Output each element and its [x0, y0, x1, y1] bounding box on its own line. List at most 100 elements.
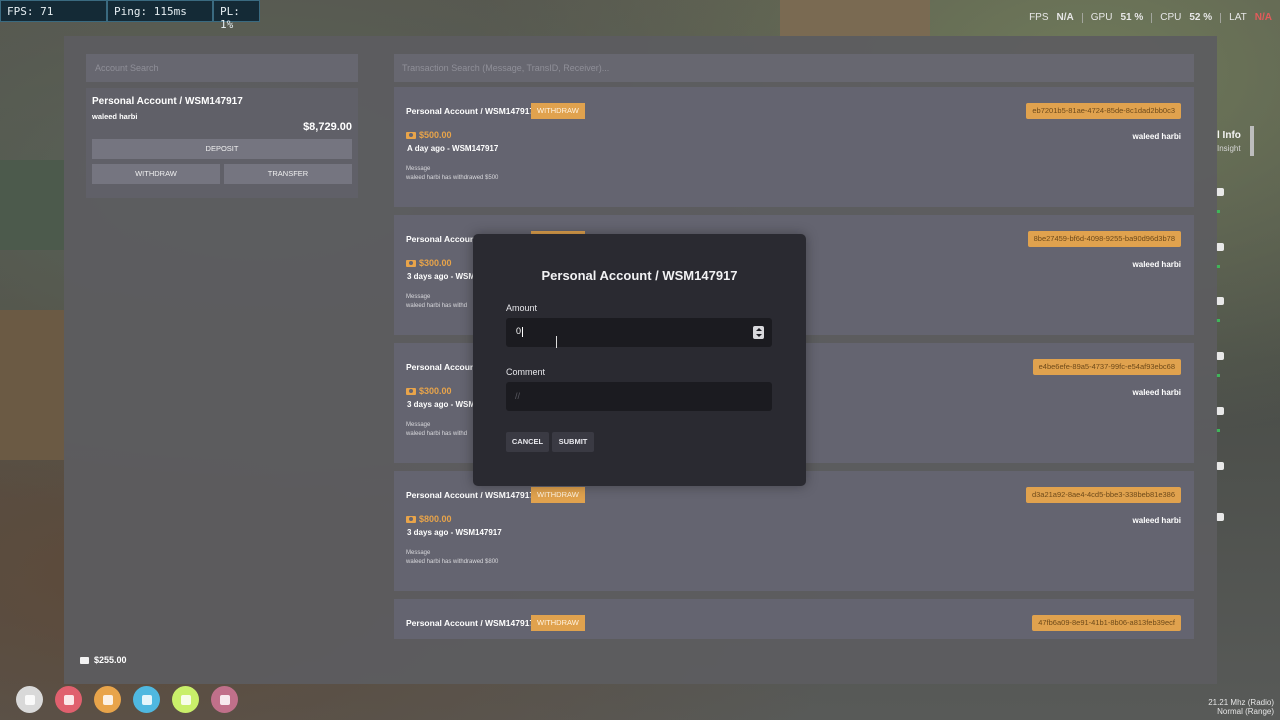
amount-text: $300.00 [419, 386, 452, 396]
transaction-card[interactable]: Personal Account / WSM147917 WITHDRAW eb… [394, 87, 1194, 207]
radio-info: 21.21 Mhz (Radio) Normal (Range) [1208, 698, 1274, 716]
account-owner: waleed harbi [92, 112, 138, 121]
transaction-time: 3 days ago - WSM147917 [407, 528, 502, 537]
item-icon [1216, 188, 1224, 196]
cancel-button[interactable]: CANCEL [506, 432, 549, 452]
transaction-message: waleed harbi has withdrawed $500 [406, 175, 499, 181]
divider [1081, 12, 1083, 23]
comment-input[interactable]: // [506, 382, 772, 411]
amount-text: $300.00 [419, 258, 452, 268]
account-search-input[interactable]: Account Search [86, 54, 358, 82]
transaction-card[interactable]: Personal Account / WSM147917 WITHDRAW d3… [394, 471, 1194, 591]
stress-icon [211, 686, 238, 713]
transaction-type-badge: WITHDRAW [531, 487, 585, 503]
money-icon [406, 131, 416, 139]
transaction-amount: $500.00 [406, 130, 452, 140]
transaction-id-badge[interactable]: 8be27459-bf6d-4098-9255-ba90d96d3b78 [1027, 231, 1181, 247]
system-stats: FPS N/A GPU 51 % CPU 52 % LAT N/A [1029, 12, 1272, 23]
transaction-amount: $800.00 [406, 514, 452, 524]
transaction-message-label: Message [406, 550, 431, 556]
water-glyph [141, 694, 152, 705]
transaction-time: 3 days ago - WSM [407, 400, 476, 409]
item-icon [1216, 407, 1224, 415]
side-panel-scrollbar[interactable] [1250, 126, 1254, 156]
transaction-amount: $300.00 [406, 386, 452, 396]
heart-glyph [63, 694, 74, 705]
stamina-icon [172, 686, 199, 713]
account-card[interactable]: Personal Account / WSM147917 waleed harb… [86, 88, 358, 198]
amount-label: Amount [506, 303, 538, 313]
transaction-id-badge[interactable]: e4be6efe-89a5-4737-99fc-e54af93ebc68 [1032, 359, 1181, 375]
side-panel-item[interactable] [1216, 352, 1236, 377]
transaction-owner: waleed harbi [1132, 260, 1181, 269]
withdraw-dialog: Personal Account / WSM147917 Amount 0 Co… [473, 234, 806, 486]
cpu-value: 52 % [1189, 12, 1213, 23]
brain-glyph [219, 694, 230, 705]
submit-button[interactable]: SUBMIT [552, 432, 594, 452]
status-hud [16, 686, 238, 713]
cash-icon [80, 656, 89, 664]
transaction-search-input[interactable]: Transaction Search (Message, TransID, Re… [394, 54, 1194, 82]
lightning-glyph [180, 694, 191, 705]
perf-overlay: FPS: 71 Ping: 115ms PL: 1% [0, 0, 260, 31]
transaction-id-badge[interactable]: d3a21a92-8ae4-4cd5-bbe3-338beb81e386 [1025, 487, 1181, 503]
account-title: Personal Account / WSM147917 [92, 96, 243, 107]
thirst-icon [133, 686, 160, 713]
side-panel-item[interactable] [1216, 188, 1236, 213]
side-info-panel: l Info Insight [1212, 120, 1280, 550]
radio-frequency: 21.21 Mhz (Radio) [1208, 698, 1274, 707]
transactions-column: Transaction Search (Message, TransID, Re… [394, 54, 1194, 639]
side-panel-item[interactable] [1216, 462, 1236, 474]
packet-loss-counter: PL: 1% [213, 0, 260, 31]
transaction-id-badge[interactable]: eb7201b5-81ae-4724-85de-8c1dad2bb0c3 [1026, 103, 1181, 119]
transaction-owner: waleed harbi [1132, 516, 1181, 525]
item-icon [1216, 243, 1224, 251]
item-icon [1216, 297, 1224, 305]
transaction-message-label: Message [406, 422, 431, 428]
amount-value: 0 [516, 326, 524, 337]
deposit-button[interactable]: DEPOSIT [92, 139, 352, 159]
hunger-icon [94, 686, 121, 713]
amount-value-text: 0 [516, 326, 522, 336]
fps-counter: FPS: 71 [0, 0, 107, 22]
transaction-card[interactable]: Personal Account / WSM147917 WITHDRAW 47… [394, 599, 1194, 639]
accounts-column: Account Search Personal Account / WSM147… [86, 54, 358, 198]
side-panel-item[interactable] [1216, 513, 1236, 525]
transaction-message-label: Message [406, 294, 431, 300]
number-spinner-icon[interactable] [753, 326, 764, 339]
transaction-type-badge: WITHDRAW [531, 615, 585, 631]
radio-range: Normal (Range) [1217, 707, 1274, 716]
dialog-title: Personal Account / WSM147917 [541, 268, 738, 283]
burger-glyph [102, 694, 113, 705]
transaction-type-badge: WITHDRAW [531, 103, 585, 119]
ping-counter: Ping: 115ms [107, 0, 213, 22]
transaction-id-badge[interactable]: 47fb6a09-8e91-41b1-8b06-a813feb39ecf [1032, 615, 1181, 631]
fps-label: FPS [1029, 12, 1049, 23]
transaction-title: Personal Account / WSM147917 [406, 490, 535, 500]
amount-input[interactable]: 0 [506, 318, 772, 347]
transaction-title: Personal Account / WSM147917 [406, 618, 535, 628]
amount-text: $800.00 [419, 514, 452, 524]
fps-value: N/A [1056, 12, 1074, 23]
health-icon [55, 686, 82, 713]
transaction-time: 3 days ago - WSM [407, 272, 476, 281]
divider [1151, 12, 1153, 23]
side-panel-subtitle: Insight [1217, 144, 1241, 153]
transaction-time: A day ago - WSM147917 [407, 144, 499, 153]
withdraw-button[interactable]: WITHDRAW [92, 164, 220, 184]
background-scene-wood [0, 310, 64, 460]
cash-display: $255.00 [80, 655, 127, 665]
side-panel-item[interactable] [1216, 297, 1236, 322]
transfer-button[interactable]: TRANSFER [224, 164, 352, 184]
transaction-title: Personal Account / WSM147917 [406, 106, 535, 116]
item-icon [1216, 352, 1224, 360]
amount-text: $500.00 [419, 130, 452, 140]
transaction-message-label: Message [406, 166, 431, 172]
account-balance: $8,729.00 [303, 121, 352, 133]
item-icon [1216, 462, 1224, 470]
side-panel-item[interactable] [1216, 407, 1236, 432]
text-cursor-icon [555, 336, 558, 348]
lat-value: N/A [1254, 12, 1272, 23]
transaction-owner: waleed harbi [1132, 388, 1181, 397]
side-panel-item[interactable] [1216, 243, 1236, 268]
